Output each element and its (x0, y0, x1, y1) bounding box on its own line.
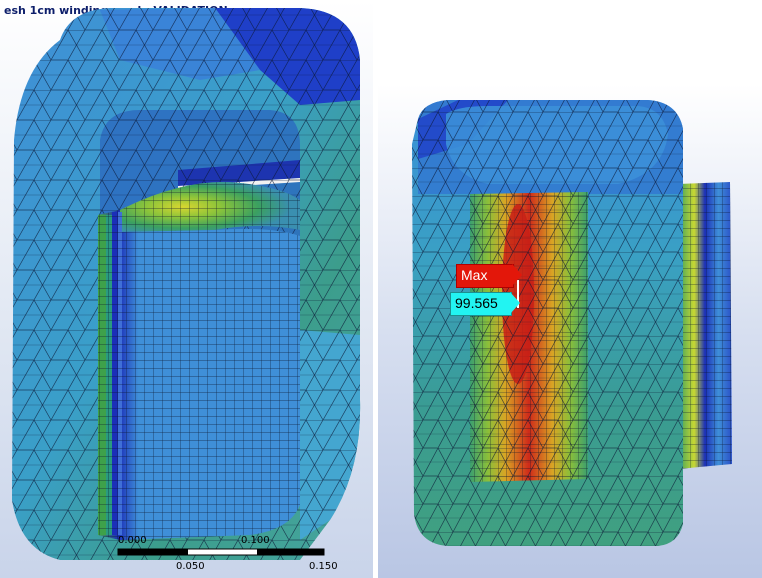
scale-label-bottom-0: 0.050 (176, 561, 205, 572)
left-mesh-viewport[interactable]: esh 1cm winding mesh. VALIDATION (0, 0, 373, 578)
scale-label-bottom-1: 0.150 (309, 561, 338, 572)
max-probe-label: Max (456, 264, 514, 288)
right-mesh-model (412, 100, 732, 546)
scale-ruler (117, 548, 325, 556)
max-probe-pointer (512, 264, 522, 286)
value-probe-pointer (510, 292, 520, 314)
right-mesh-viewport[interactable]: Max 99.565 (378, 84, 762, 578)
scale-label-top-0: 0.000 (118, 535, 147, 546)
scale-label-top-1: 0.100 (241, 535, 270, 546)
max-probe-value: 99.565 (450, 292, 512, 316)
left-mesh-model (12, 8, 361, 560)
